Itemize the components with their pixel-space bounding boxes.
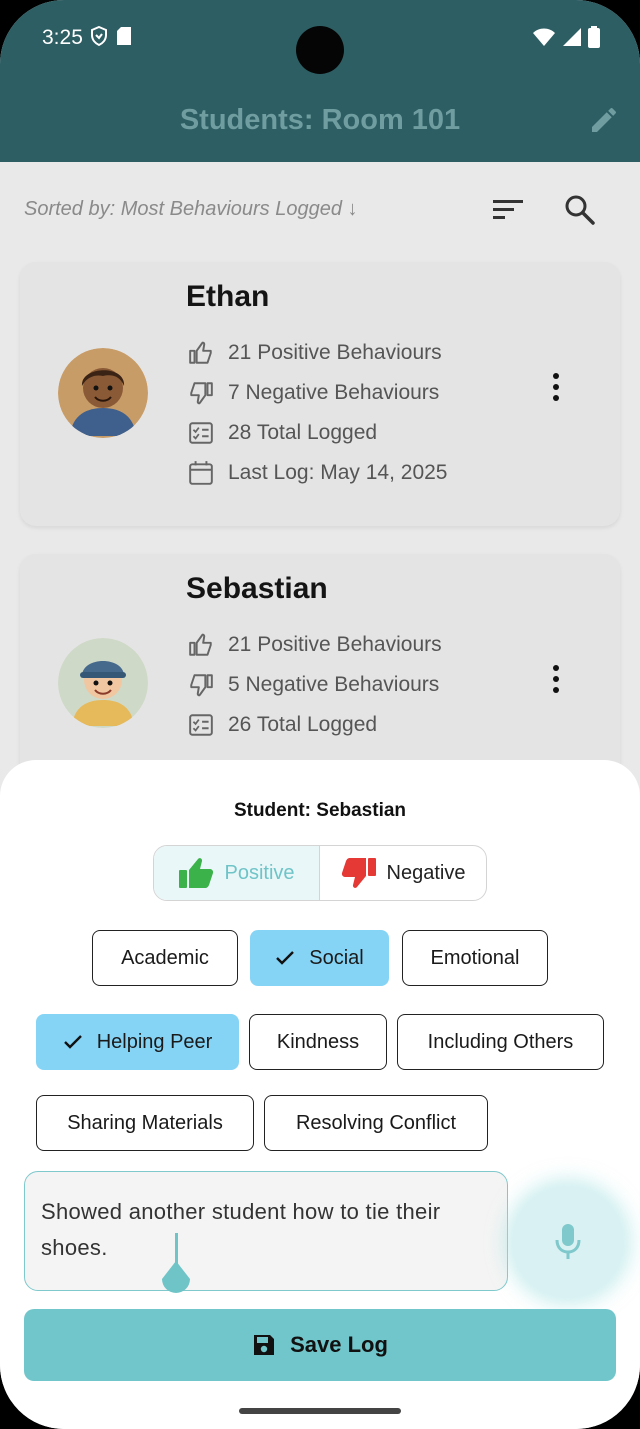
total-count: 26 Total Logged: [188, 712, 377, 738]
save-log-button[interactable]: Save Log: [24, 1309, 616, 1381]
chip-kindness[interactable]: Kindness: [249, 1014, 387, 1070]
last-log-text: Last Log: May 14, 2025: [228, 461, 448, 484]
sort-icon[interactable]: [490, 196, 526, 224]
negative-segment[interactable]: Negative: [320, 846, 486, 900]
voice-input-button[interactable]: [512, 1186, 624, 1298]
app-bar: Students: Room 101: [0, 82, 640, 162]
chip-social[interactable]: Social: [250, 930, 389, 986]
sort-label: Sorted by: Most Behaviours Logged ↓: [24, 198, 358, 220]
save-log-label: Save Log: [290, 1332, 388, 1357]
chip-label: Social: [309, 946, 364, 969]
negative-count-text: 7 Negative Behaviours: [228, 381, 440, 404]
search-icon[interactable]: [562, 192, 598, 228]
thumbs-up-icon: [189, 633, 212, 656]
cell-signal-icon: [563, 28, 581, 46]
chip-emotional[interactable]: Emotional: [402, 930, 548, 986]
negative-count: 7 Negative Behaviours: [188, 380, 439, 406]
wifi-icon: [533, 28, 555, 46]
status-time: 3:25: [42, 26, 83, 49]
chip-resolving-conflict[interactable]: Resolving Conflict: [264, 1095, 488, 1151]
total-count-text: 28 Total Logged: [228, 421, 378, 444]
positive-label: Positive: [224, 861, 295, 884]
chip-label: Academic: [121, 946, 209, 969]
student-list: Sorted by: Most Behaviours Logged ↓ Etha…: [0, 162, 640, 862]
checklist-icon: [189, 422, 213, 444]
status-bar: 3:25: [0, 0, 640, 82]
positive-count-text: 21 Positive Behaviours: [228, 341, 442, 364]
sheet-title: Student: Sebastian: [233, 800, 407, 821]
chip-label: Sharing Materials: [67, 1111, 223, 1134]
chip-label: Helping Peer: [96, 1030, 213, 1053]
chip-label: Including Others: [427, 1030, 574, 1053]
check-icon: [276, 951, 295, 965]
home-indicator[interactable]: [239, 1408, 401, 1414]
chip-academic[interactable]: Academic: [92, 930, 238, 986]
negative-count-text: 5 Negative Behaviours: [228, 673, 440, 696]
vpn-shield-icon: [91, 26, 107, 46]
positive-segment[interactable]: Positive: [154, 846, 320, 900]
phone-screen: 3:25 Students: Room 101 Sorted by: Most …: [0, 0, 640, 1429]
student-name: Ethan: [186, 280, 270, 313]
total-count: 28 Total Logged: [188, 420, 377, 446]
thumbs-down-icon: [190, 382, 213, 405]
chip-label: Resolving Conflict: [295, 1111, 457, 1134]
microphone-icon: [555, 1224, 581, 1259]
battery-icon: [588, 26, 600, 48]
thumbs-up-icon: [189, 341, 212, 364]
thumbs-down-icon: [190, 674, 213, 697]
student-avatar: [58, 348, 148, 438]
camera-cutout: [296, 26, 344, 74]
more-options-icon[interactable]: [544, 662, 568, 696]
positive-count-text: 21 Positive Behaviours: [228, 633, 442, 656]
chip-helping-peer[interactable]: Helping Peer: [36, 1014, 239, 1070]
chip-sharing-materials[interactable]: Sharing Materials: [36, 1095, 254, 1151]
checklist-icon: [189, 714, 213, 736]
chip-label: Kindness: [276, 1030, 360, 1053]
status-icons-left: [90, 26, 132, 46]
note-input[interactable]: Showed another student how to tie their …: [24, 1171, 508, 1291]
thumbs-down-icon: [341, 858, 376, 888]
student-card-ethan[interactable]: Ethan 21 Positive Behaviours 7 Negative …: [20, 262, 620, 526]
negative-count: 5 Negative Behaviours: [188, 672, 439, 698]
last-log: Last Log: May 14, 2025: [188, 460, 448, 486]
positive-count: 21 Positive Behaviours: [188, 632, 442, 658]
more-options-icon[interactable]: [544, 370, 568, 404]
page-title: Students: Room 101: [179, 104, 461, 136]
polarity-toggle: Positive Negative: [153, 845, 487, 901]
status-icons-right: [532, 26, 600, 48]
student-name: Sebastian: [186, 572, 328, 605]
log-behaviour-sheet: Student: Sebastian Positive Negative Aca…: [0, 760, 640, 1429]
sd-card-icon: [117, 27, 131, 45]
chip-label: Emotional: [430, 946, 520, 969]
chip-including-others[interactable]: Including Others: [397, 1014, 604, 1070]
cursor-handle-icon[interactable]: [160, 1261, 192, 1297]
save-disk-icon: [254, 1335, 275, 1355]
edit-pencil-icon[interactable]: [588, 104, 620, 136]
thumbs-up-icon: [179, 858, 214, 888]
calendar-icon: [189, 461, 213, 485]
total-count-text: 26 Total Logged: [228, 713, 378, 736]
check-icon: [63, 1035, 82, 1049]
positive-count: 21 Positive Behaviours: [188, 340, 442, 366]
negative-label: Negative: [386, 861, 466, 884]
student-avatar: [58, 638, 148, 728]
